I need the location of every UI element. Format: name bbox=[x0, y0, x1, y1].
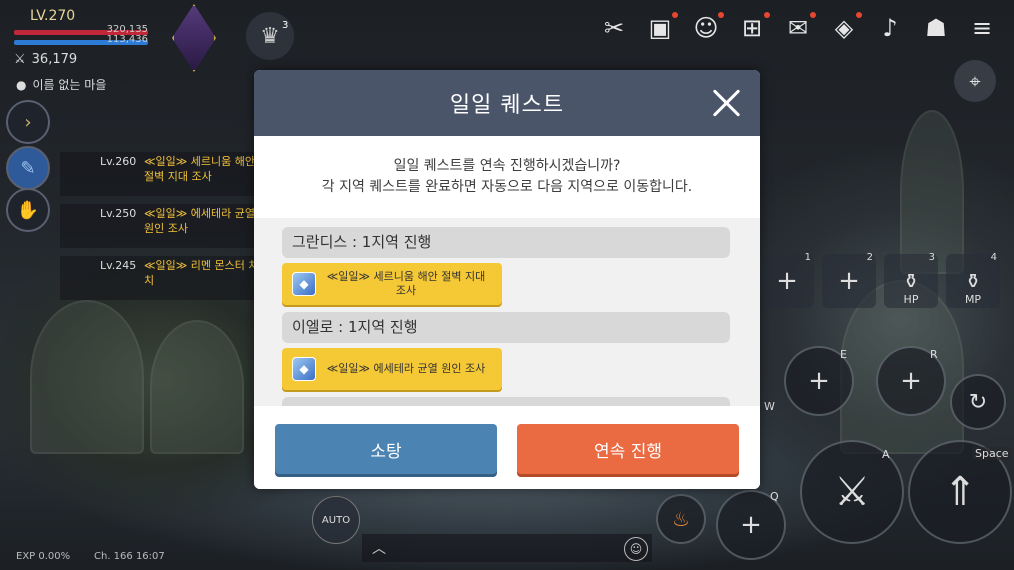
mp-bar: 113,436 bbox=[14, 34, 148, 45]
skill-key-space: Space bbox=[972, 447, 1012, 460]
combat-power: ⚔ 36,179 bbox=[14, 52, 77, 67]
sword-icon: ⚔ bbox=[834, 469, 870, 515]
switch-skill-button[interactable]: ↻ bbox=[950, 374, 1006, 430]
hamburger-menu-icon[interactable]: ≡ bbox=[964, 10, 1000, 46]
notification-dot bbox=[856, 12, 862, 18]
player-level: LV.270 bbox=[30, 8, 76, 24]
quest-tab-button[interactable]: ✎ bbox=[6, 146, 50, 190]
message-line: 각 지역 퀘스트를 완료하면 자동으로 다음 지역으로 이동합니다. bbox=[321, 179, 693, 195]
skill-key-q: Q bbox=[770, 490, 779, 503]
message-line: 일일 퀘스트를 연속 진행하시겠습니까? bbox=[393, 158, 621, 174]
dialog-footer: 소탕 연속 진행 bbox=[254, 406, 760, 489]
party-tab-button[interactable]: ✋ bbox=[6, 188, 50, 232]
quick-slot-1[interactable]: 1 + bbox=[760, 252, 814, 308]
quest-tracker-item[interactable]: Lv.245 ≪일일≫ 리멘 몬스터 처치 bbox=[60, 256, 270, 300]
scroll-icon: ✎ bbox=[20, 157, 36, 179]
friends-icon[interactable]: ☺ bbox=[688, 10, 724, 46]
gift-icon[interactable]: ⊞ bbox=[734, 10, 770, 46]
plus-icon: + bbox=[776, 266, 798, 296]
quest-title: ≪일일≫ 리멘 몬스터 처치 bbox=[144, 259, 259, 287]
quest-title: ≪일일≫ 세르니움 해안 절벽 지대 조사 bbox=[144, 155, 255, 183]
dialog-message: 일일 퀘스트를 연속 진행하시겠습니까? 각 지역 퀘스트를 완료하면 자동으로… bbox=[254, 136, 760, 218]
close-icon[interactable] bbox=[710, 87, 742, 119]
quest-title: ≪일일≫ 에세테라 균열 원인 조사 bbox=[144, 207, 255, 235]
sweep-button[interactable]: 소탕 bbox=[275, 424, 497, 474]
quick-slot-2[interactable]: 2 + bbox=[822, 252, 876, 308]
combat-power-value: 36,179 bbox=[31, 52, 78, 67]
slot-label: HP bbox=[903, 293, 919, 306]
map-pin-icon: ⌖ bbox=[969, 69, 981, 93]
shop-icon[interactable]: ◈ bbox=[826, 10, 862, 46]
codex-icon[interactable]: ▣ bbox=[642, 10, 678, 46]
region-header-partial bbox=[282, 397, 730, 406]
quest-scroll-icon: ◆ bbox=[292, 357, 316, 381]
flame-icon: ♨ bbox=[672, 507, 690, 531]
notification-dot bbox=[718, 12, 724, 18]
quest-level: Lv.245 bbox=[100, 259, 137, 272]
region-header: 이엘로 : 1지역 진행 bbox=[282, 312, 730, 343]
quest-tracker-item[interactable]: Lv.250 ≪일일≫ 에세테라 균열 원인 조사 bbox=[60, 204, 270, 248]
quest-level: Lv.250 bbox=[100, 207, 137, 220]
expand-menu-button[interactable]: › bbox=[6, 100, 50, 144]
notification-dot bbox=[810, 12, 816, 18]
skill-key-a: A bbox=[882, 448, 890, 461]
refresh-icon: ↻ bbox=[968, 389, 988, 415]
notification-dot bbox=[764, 12, 770, 18]
guild-wings-icon: ♛ bbox=[260, 23, 280, 49]
quest-item-label: ≪일일≫ 에세테라 균열 원인 조사 bbox=[326, 362, 486, 375]
notification-dot bbox=[672, 12, 678, 18]
map-button[interactable]: ⌖ bbox=[954, 60, 996, 102]
mp-potion-slot[interactable]: 4 ⚱ MP bbox=[946, 252, 1000, 308]
inventory-bag-icon[interactable]: ☗ bbox=[918, 10, 954, 46]
mp-value: 113,436 bbox=[106, 34, 148, 45]
fork-arrow-icon: ⇑ bbox=[943, 469, 977, 515]
settings-tools-icon[interactable]: ✂ bbox=[596, 10, 632, 46]
chat-bar[interactable] bbox=[362, 534, 652, 562]
skill-key-w: W bbox=[764, 400, 775, 413]
quest-scroll-icon: ◆ bbox=[292, 272, 316, 296]
channel-time: Ch. 166 16:07 bbox=[94, 551, 165, 562]
chevron-right-icon: › bbox=[24, 111, 32, 133]
slot-number: 3 bbox=[928, 252, 935, 263]
buff-button[interactable]: ♨ bbox=[656, 494, 706, 544]
slot-label: MP bbox=[964, 293, 982, 306]
skill-key-r: R bbox=[930, 348, 938, 361]
crossed-swords-icon: ⚔ bbox=[14, 52, 26, 67]
plus-icon: + bbox=[900, 366, 922, 396]
plus-icon: + bbox=[838, 266, 860, 296]
slot-number: 4 bbox=[990, 252, 997, 263]
mail-icon[interactable]: ✉ bbox=[780, 10, 816, 46]
region-list[interactable]: 그란디스 : 1지역 진행 ◆ ≪일일≫ 세르니움 해안 절벽 지대 조사 이엘… bbox=[254, 218, 760, 406]
auto-button[interactable]: AUTO bbox=[312, 496, 360, 544]
daily-quest-dialog: 일일 퀘스트 일일 퀘스트를 연속 진행하시겠습니까? 각 지역 퀘스트를 완료… bbox=[254, 70, 760, 489]
potion-icon: ⚱ bbox=[964, 269, 982, 293]
dialog-title: 일일 퀘스트 bbox=[449, 93, 565, 118]
plus-icon: + bbox=[740, 510, 762, 540]
quest-level: Lv.260 bbox=[100, 155, 137, 168]
potion-icon: ⚱ bbox=[902, 269, 920, 293]
quest-item-label: ≪일일≫ 세르니움 해안 절벽 지대 조사 bbox=[326, 270, 486, 297]
continue-button[interactable]: 연속 진행 bbox=[517, 424, 739, 474]
quest-tracker-item[interactable]: Lv.260 ≪일일≫ 세르니움 해안 절벽 지대 조사 bbox=[60, 152, 270, 196]
skill-key-e: E bbox=[840, 348, 847, 361]
location-name: 이름 없는 마을 bbox=[32, 78, 107, 92]
region-header: 그란디스 : 1지역 진행 bbox=[282, 227, 730, 258]
slot-number: 2 bbox=[866, 252, 873, 263]
plus-icon: + bbox=[808, 366, 830, 396]
guild-badge: 3 bbox=[282, 20, 289, 31]
current-location: ● 이름 없는 마을 bbox=[16, 76, 106, 93]
slot-number: 1 bbox=[804, 252, 811, 263]
exp-readout: EXP 0.00% bbox=[16, 551, 71, 562]
hp-potion-slot[interactable]: 3 ⚱ HP bbox=[884, 252, 938, 308]
quest-item-button[interactable]: ◆ ≪일일≫ 에세테라 균열 원인 조사 bbox=[282, 348, 502, 390]
handshake-icon: ✋ bbox=[16, 199, 40, 221]
quest-item-button[interactable]: ◆ ≪일일≫ 세르니움 해안 절벽 지대 조사 bbox=[282, 263, 502, 305]
dialog-header: 일일 퀘스트 bbox=[254, 70, 760, 136]
emoji-icon[interactable]: ☺ bbox=[624, 537, 648, 561]
bell-icon[interactable]: ♪ bbox=[872, 10, 908, 46]
top-menu: ✂ ▣ ☺ ⊞ ✉ ◈ ♪ ☗ ≡ bbox=[596, 10, 1000, 46]
location-pin-icon: ● bbox=[16, 77, 27, 92]
chevron-up-icon[interactable]: ︿ bbox=[364, 534, 394, 562]
